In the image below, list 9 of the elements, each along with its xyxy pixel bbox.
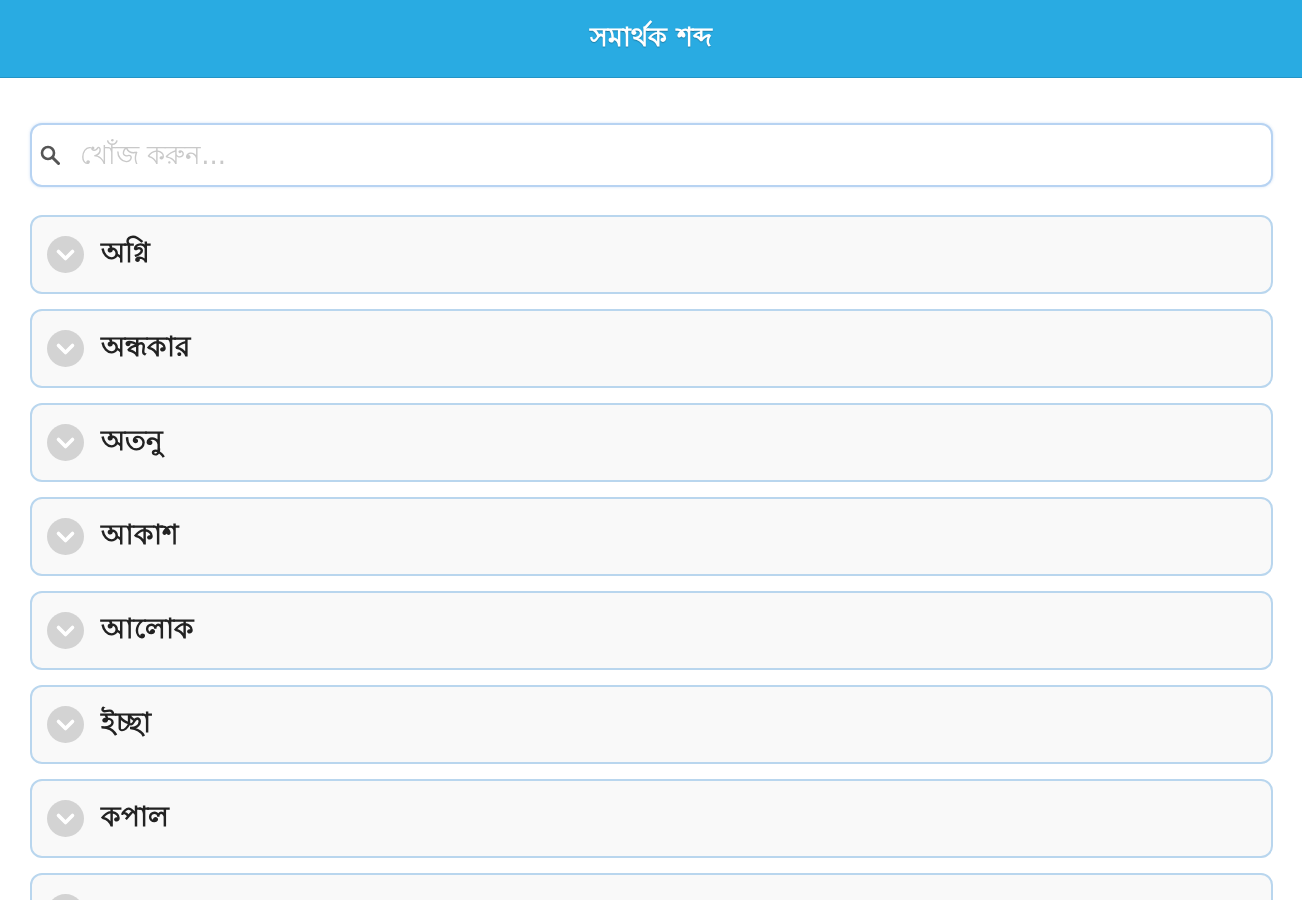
word-item[interactable]: আলোক — [30, 591, 1273, 670]
word-item[interactable]: আকাশ — [30, 497, 1273, 576]
word-item[interactable]: কপাল — [30, 779, 1273, 858]
word-item[interactable]: অন্ধকার — [30, 309, 1273, 388]
search-icon — [40, 145, 60, 165]
word-item[interactable]: অগ্নি — [30, 215, 1273, 294]
word-item[interactable]: অতনু — [30, 403, 1273, 482]
app-title: সমার্থক শব্দ — [590, 19, 712, 54]
word-item[interactable]: ইচ্ছা — [30, 685, 1273, 764]
